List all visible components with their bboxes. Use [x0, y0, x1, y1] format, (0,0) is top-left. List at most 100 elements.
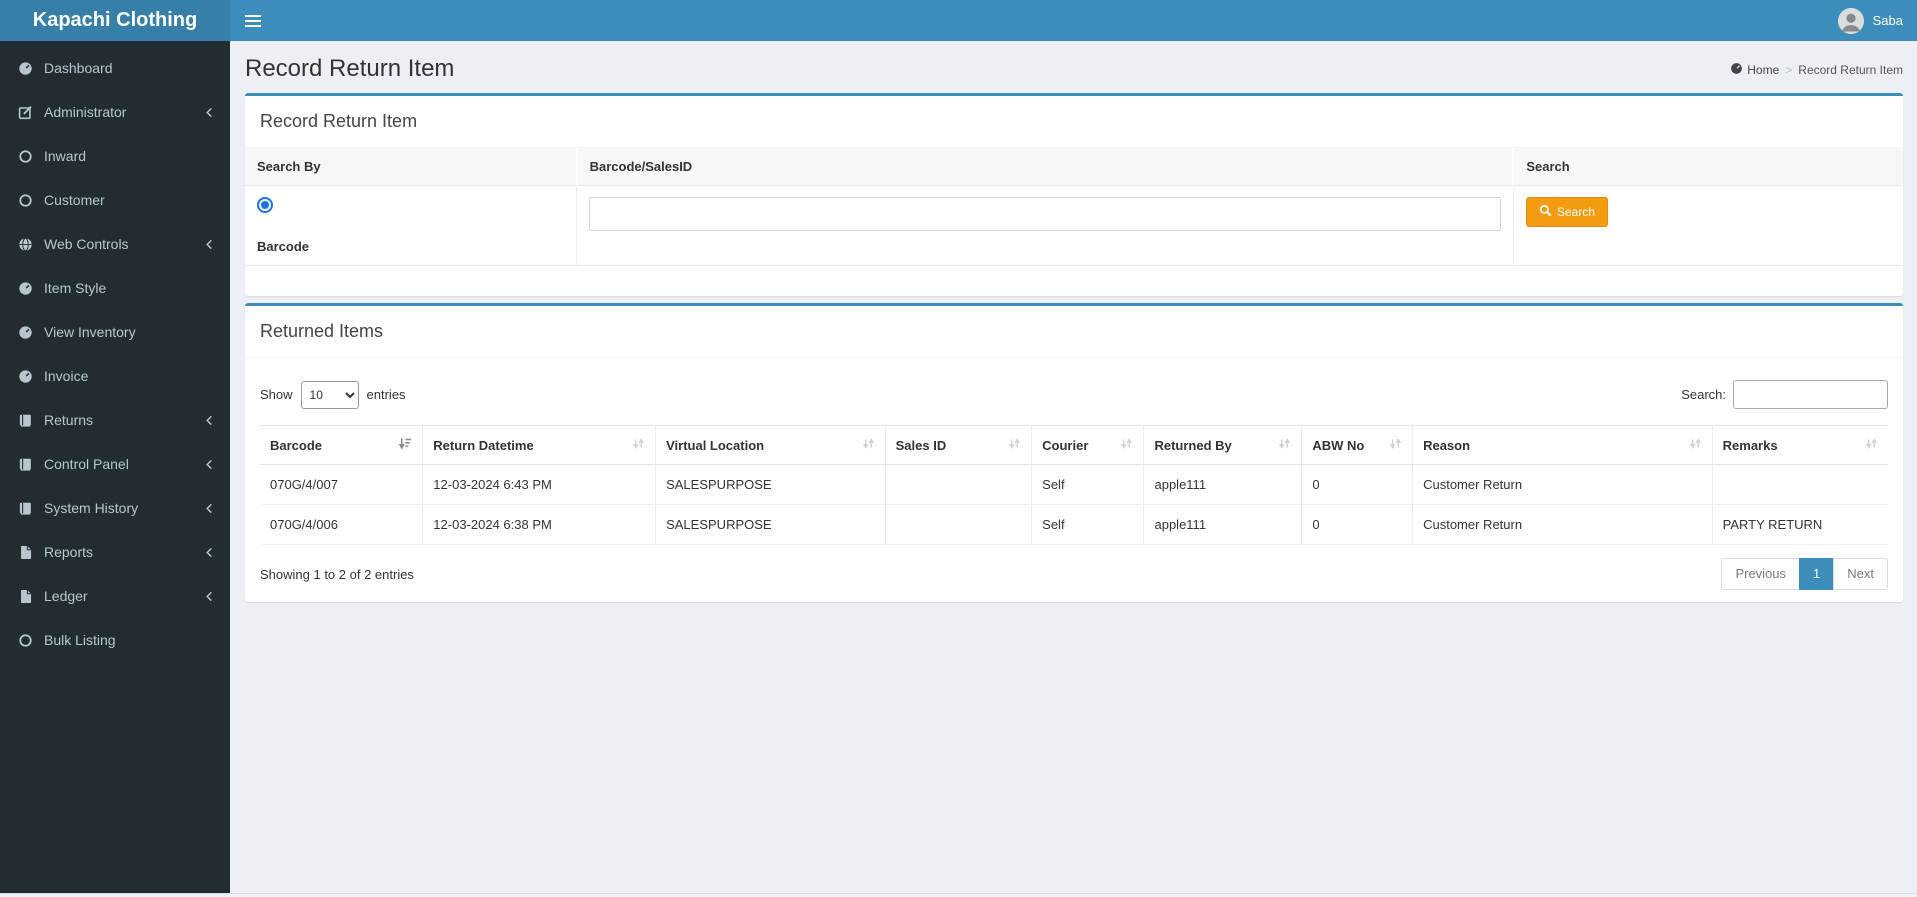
search-by-header: Search By [245, 148, 578, 186]
pagination: Previous 1 Next [1721, 558, 1888, 590]
sidebar-item-label: Administrator [44, 104, 127, 120]
content-area: Record Return Item Home > Record Return … [230, 41, 1917, 897]
barcode-radio-label: Barcode [257, 239, 310, 254]
page-length-control: Show 10 entries [260, 380, 406, 409]
sidebar-item-dashboard[interactable]: Dashboard [0, 46, 230, 90]
globe-icon [15, 237, 35, 252]
page-1-button[interactable]: 1 [1799, 558, 1835, 590]
sidebar-item-customer[interactable]: Customer [0, 178, 230, 222]
sidebar-toggle-button[interactable] [230, 0, 276, 41]
sort-descending-icon [398, 437, 412, 453]
returned-items-header-row: Barcode Return Datetime Virtual Location Sa… [260, 425, 1888, 465]
returned-items-panel-title: Returned Items [245, 306, 1903, 358]
barcode-salesid-header: Barcode/SalesID [576, 148, 1515, 186]
sort-both-icon [1120, 437, 1133, 453]
breadcrumb-home-label: Home [1747, 63, 1780, 77]
barcode-salesid-input[interactable] [589, 197, 1501, 231]
tachometer-icon [15, 325, 35, 340]
hamburger-icon [245, 24, 261, 27]
column-header-label: Courier [1042, 437, 1089, 453]
page-length-select[interactable]: 10 [300, 380, 359, 409]
table-cell [885, 504, 1033, 545]
bottom-scrollbar-track[interactable] [0, 893, 1917, 897]
sidebar-item-label: Reports [44, 544, 94, 560]
table-cell: SALESPURPOSE [655, 504, 886, 545]
sidebar-item-label: Control Panel [44, 456, 129, 472]
next-page-button[interactable]: Next [1833, 558, 1888, 590]
sidebar-item-control-panel[interactable]: Control Panel [0, 442, 230, 486]
chevron-left-icon [204, 458, 215, 471]
circle-o-icon [15, 633, 35, 648]
panel-bottom-spacer [245, 266, 1903, 296]
file-icon [15, 545, 35, 560]
table-cell: Customer Return [1412, 504, 1713, 545]
column-header-return-datetime[interactable]: Return Datetime [422, 425, 657, 465]
sidebar-item-inward[interactable]: Inward [0, 134, 230, 178]
dashboard-icon [1730, 62, 1743, 78]
column-header-courier[interactable]: Courier [1031, 425, 1145, 465]
search-button[interactable]: Search [1525, 197, 1608, 227]
pencil-square-icon [15, 105, 35, 120]
datatable-footer: Showing 1 to 2 of 2 entries Previous 1 N… [260, 558, 1888, 590]
tachometer-icon [15, 281, 35, 296]
column-header-reason[interactable]: Reason [1412, 425, 1713, 465]
table-cell: PARTY RETURN [1712, 504, 1888, 545]
column-header-virtual-location[interactable]: Virtual Location [655, 425, 886, 465]
column-header-returned-by[interactable]: Returned By [1143, 425, 1303, 465]
table-cell [1712, 464, 1888, 505]
user-menu[interactable]: Saba [1837, 7, 1917, 34]
sidebar-menu: Dashboard Administrator Inward Customer Web … [0, 46, 230, 662]
breadcrumb-current: Record Return Item [1798, 63, 1903, 77]
column-header-barcode[interactable]: Barcode [260, 425, 424, 465]
sidebar-item-label: Inward [44, 148, 87, 164]
table-row: 070G/4/007 12-03-2024 6:43 PM SALESPURPOSE… [260, 464, 1888, 505]
search-by-cell: Barcode [245, 185, 578, 266]
sidebar-item-invoice[interactable]: Invoice [0, 354, 230, 398]
sidebar-item-view-inventory[interactable]: View Inventory [0, 310, 230, 354]
chevron-left-icon [204, 502, 215, 515]
table-cell [885, 464, 1033, 505]
sidebar-item-label: Dashboard [44, 60, 113, 76]
column-header-abw-no[interactable]: ABW No [1301, 425, 1414, 465]
column-header-sales-id[interactable]: Sales ID [885, 425, 1033, 465]
chevron-left-icon [204, 414, 215, 427]
column-header-remarks[interactable]: Remarks [1712, 425, 1888, 465]
sidebar-item-web-controls[interactable]: Web Controls [0, 222, 230, 266]
book-icon [15, 457, 35, 472]
barcode-radio[interactable] [257, 197, 273, 213]
breadcrumb-home-link[interactable]: Home [1730, 62, 1779, 78]
table-cell: 0 [1301, 464, 1414, 505]
sidebar-item-bulk-listing[interactable]: Bulk Listing [0, 618, 230, 662]
sidebar-item-system-history[interactable]: System History [0, 486, 230, 530]
chevron-left-icon [204, 106, 215, 119]
search-form-table: Search By Barcode/SalesID Search Barcode [245, 148, 1903, 266]
column-header-label: ABW No [1312, 437, 1365, 453]
chevron-left-icon [204, 238, 215, 251]
table-cell: apple111 [1143, 464, 1303, 505]
table-cell: 0 [1301, 504, 1414, 545]
record-return-item-panel: Record Return Item Search By Barcode/Sal… [245, 93, 1903, 296]
table-cell: apple111 [1143, 504, 1303, 545]
table-cell: 070G/4/006 [260, 504, 424, 545]
previous-page-button[interactable]: Previous [1721, 558, 1801, 590]
breadcrumb: Home > Record Return Item [1730, 62, 1903, 78]
sidebar-item-administrator[interactable]: Administrator [0, 90, 230, 134]
user-avatar [1837, 7, 1864, 34]
datatable-controls: Show 10 entries Search: [260, 380, 1888, 409]
table-search-input[interactable] [1733, 380, 1888, 409]
sidebar-item-ledger[interactable]: Ledger [0, 574, 230, 618]
search-button-cell: Search [1513, 185, 1903, 266]
sort-both-icon [862, 437, 875, 453]
entries-label: entries [366, 387, 406, 402]
table-cell: 12-03-2024 6:43 PM [422, 464, 657, 505]
sidebar-item-reports[interactable]: Reports [0, 530, 230, 574]
brand-text: Kapachi Clothing [32, 9, 198, 31]
brand-logo[interactable]: Kapachi Clothing [0, 0, 230, 41]
top-navbar: Saba [230, 0, 1917, 41]
sort-both-icon [1689, 437, 1702, 453]
sidebar-item-returns[interactable]: Returns [0, 398, 230, 442]
circle-o-icon [15, 149, 35, 164]
sidebar-item-label: Web Controls [44, 236, 129, 252]
sidebar-item-item-style[interactable]: Item Style [0, 266, 230, 310]
app-window: Kapachi Clothing Saba Dashboard Administr… [0, 0, 1917, 897]
